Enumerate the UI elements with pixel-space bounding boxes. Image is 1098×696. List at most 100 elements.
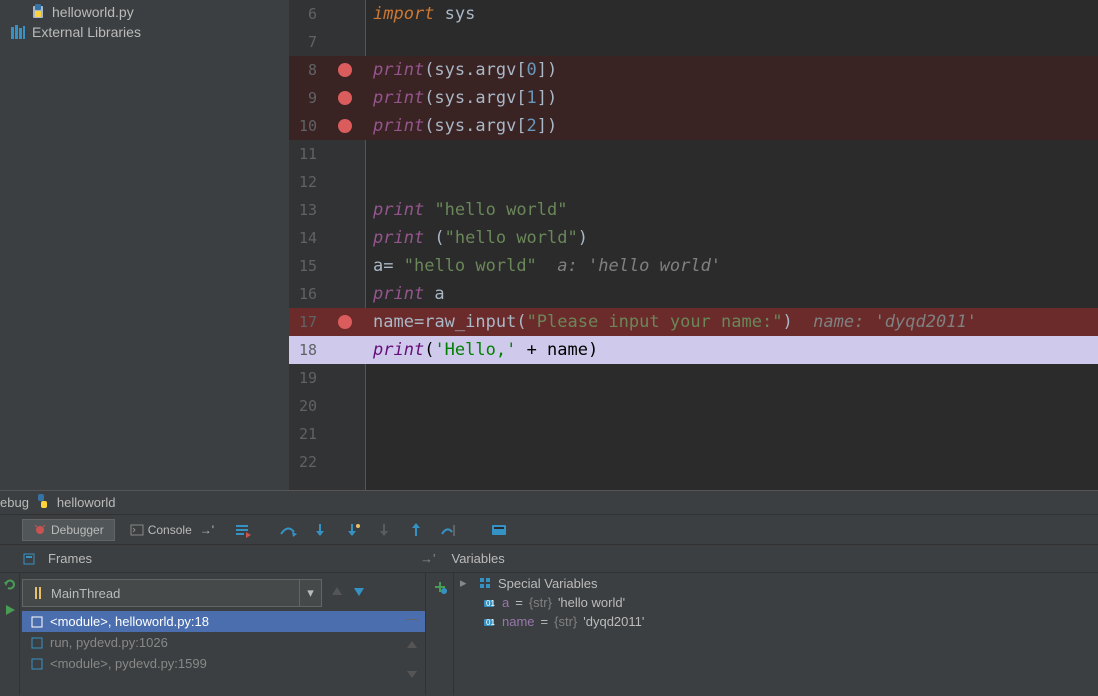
line-number[interactable]: 14 bbox=[289, 224, 325, 252]
code-line[interactable] bbox=[365, 140, 1098, 168]
line-number[interactable]: 9 bbox=[289, 84, 325, 112]
line-number[interactable]: 22 bbox=[289, 448, 325, 476]
line-number[interactable]: 20 bbox=[289, 392, 325, 420]
breakpoint-gutter[interactable] bbox=[325, 252, 365, 280]
code-line[interactable] bbox=[365, 168, 1098, 196]
code-line[interactable]: print(sys.argv[2]) bbox=[365, 112, 1098, 140]
line-number[interactable]: 6 bbox=[289, 0, 325, 28]
next-frame-button[interactable] bbox=[350, 583, 368, 604]
code-line[interactable]: a= "hello world" a: 'hello world' bbox=[365, 252, 1098, 280]
breakpoint-icon[interactable] bbox=[338, 63, 352, 77]
line-number[interactable]: 18 bbox=[289, 336, 325, 364]
frame-icon bbox=[30, 615, 44, 629]
breakpoint-gutter[interactable] bbox=[325, 336, 365, 364]
breakpoint-gutter[interactable] bbox=[325, 196, 365, 224]
drag-handle-icon[interactable]: — bbox=[406, 611, 419, 626]
code-line[interactable]: print(sys.argv[0]) bbox=[365, 56, 1098, 84]
line-number[interactable]: 16 bbox=[289, 280, 325, 308]
var-icon: 01 bbox=[482, 615, 496, 629]
expand-icon[interactable]: ▸ bbox=[460, 575, 472, 591]
special-vars-label: Special Variables bbox=[498, 576, 597, 591]
breakpoint-gutter[interactable] bbox=[325, 0, 365, 28]
breakpoint-gutter[interactable] bbox=[325, 280, 365, 308]
breakpoint-gutter[interactable] bbox=[325, 84, 365, 112]
panels-header: Frames →' Variables bbox=[0, 545, 1098, 573]
resume-button[interactable] bbox=[1, 601, 19, 619]
restore-layout-icon[interactable]: →' bbox=[420, 551, 435, 566]
line-number[interactable]: 8 bbox=[289, 56, 325, 84]
line-number[interactable]: 17 bbox=[289, 308, 325, 336]
breakpoint-gutter[interactable] bbox=[325, 112, 365, 140]
code-line[interactable]: name=raw_input("Please input your name:"… bbox=[365, 308, 1098, 336]
breakpoint-gutter[interactable] bbox=[325, 28, 365, 56]
show-exec-point-button[interactable] bbox=[229, 518, 257, 542]
frame-item[interactable]: <module>, helloworld.py:18 bbox=[22, 611, 425, 632]
line-number[interactable]: 12 bbox=[289, 168, 325, 196]
force-step-into-button[interactable] bbox=[371, 518, 399, 542]
debugger-icon bbox=[33, 523, 47, 536]
rerun-button[interactable] bbox=[1, 575, 19, 593]
breakpoint-gutter[interactable] bbox=[325, 224, 365, 252]
code-line[interactable]: print('Hello,' + name) bbox=[365, 336, 1098, 364]
thread-dropdown-button[interactable]: ▾ bbox=[299, 580, 321, 606]
evaluate-expression-button[interactable] bbox=[485, 518, 513, 542]
code-line[interactable] bbox=[365, 420, 1098, 448]
step-into-my-code-button[interactable] bbox=[339, 518, 367, 542]
breakpoint-gutter[interactable] bbox=[325, 364, 365, 392]
code-line[interactable]: import sys bbox=[365, 0, 1098, 28]
variable-row[interactable]: 01 name = {str} 'dyqd2011' bbox=[454, 612, 1098, 631]
special-vars-row[interactable]: ▸ Special Variables bbox=[454, 573, 1098, 593]
tree-lib-label: External Libraries bbox=[32, 24, 141, 40]
line-number[interactable]: 10 bbox=[289, 112, 325, 140]
new-watch-button[interactable] bbox=[428, 575, 452, 599]
frame-item[interactable]: run, pydevd.py:1026 bbox=[22, 632, 425, 653]
console-icon bbox=[130, 523, 144, 536]
frame-icon bbox=[30, 657, 44, 671]
breakpoint-icon[interactable] bbox=[338, 91, 352, 105]
step-out-button[interactable] bbox=[403, 518, 431, 542]
code-line[interactable]: print "hello world" bbox=[365, 196, 1098, 224]
svg-text:01: 01 bbox=[486, 599, 495, 608]
thread-selector[interactable]: MainThread ▾ bbox=[22, 579, 322, 607]
frame-item[interactable]: <module>, pydevd.py:1599 bbox=[22, 653, 425, 674]
variable-row[interactable]: 01 a = {str} 'hello world' bbox=[454, 593, 1098, 612]
line-number[interactable]: 15 bbox=[289, 252, 325, 280]
line-number[interactable]: 13 bbox=[289, 196, 325, 224]
code-line[interactable]: print ("hello world") bbox=[365, 224, 1098, 252]
debug-label: ebug bbox=[0, 495, 29, 510]
scroll-down-icon[interactable] bbox=[405, 667, 419, 684]
breakpoint-gutter[interactable] bbox=[325, 420, 365, 448]
breakpoint-gutter[interactable] bbox=[325, 308, 365, 336]
line-number[interactable]: 21 bbox=[289, 420, 325, 448]
code-line[interactable] bbox=[365, 28, 1098, 56]
breakpoint-icon[interactable] bbox=[338, 315, 352, 329]
breakpoint-gutter[interactable] bbox=[325, 140, 365, 168]
console-tab[interactable]: Console →' bbox=[119, 519, 225, 541]
breakpoint-gutter[interactable] bbox=[325, 56, 365, 84]
step-into-button[interactable] bbox=[307, 518, 335, 542]
run-to-cursor-button[interactable] bbox=[435, 518, 463, 542]
breakpoint-icon[interactable] bbox=[338, 119, 352, 133]
debugger-tab[interactable]: Debugger bbox=[22, 519, 115, 541]
code-line[interactable]: print a bbox=[365, 280, 1098, 308]
debug-tool-header: ebug helloworld bbox=[0, 491, 1098, 515]
step-over-button[interactable] bbox=[275, 518, 303, 542]
code-editor[interactable]: 678910111213141516171819202122 import sy… bbox=[289, 0, 1098, 490]
breakpoint-gutter[interactable] bbox=[325, 168, 365, 196]
code-line[interactable] bbox=[365, 448, 1098, 476]
prev-frame-button[interactable] bbox=[328, 583, 346, 604]
tree-lib-item[interactable]: External Libraries bbox=[0, 22, 289, 42]
breakpoint-gutter[interactable] bbox=[325, 448, 365, 476]
code-line[interactable] bbox=[365, 364, 1098, 392]
scroll-up-icon[interactable] bbox=[405, 638, 419, 655]
code-area[interactable]: import sysprint(sys.argv[0])print(sys.ar… bbox=[365, 0, 1098, 490]
code-line[interactable]: print(sys.argv[1]) bbox=[365, 84, 1098, 112]
python-icon bbox=[35, 493, 51, 512]
tree-file-item[interactable]: helloworld.py bbox=[0, 2, 289, 22]
line-number[interactable]: 19 bbox=[289, 364, 325, 392]
line-number[interactable]: 7 bbox=[289, 28, 325, 56]
editor-gutter[interactable]: 678910111213141516171819202122 bbox=[289, 0, 365, 490]
code-line[interactable] bbox=[365, 392, 1098, 420]
line-number[interactable]: 11 bbox=[289, 140, 325, 168]
breakpoint-gutter[interactable] bbox=[325, 392, 365, 420]
